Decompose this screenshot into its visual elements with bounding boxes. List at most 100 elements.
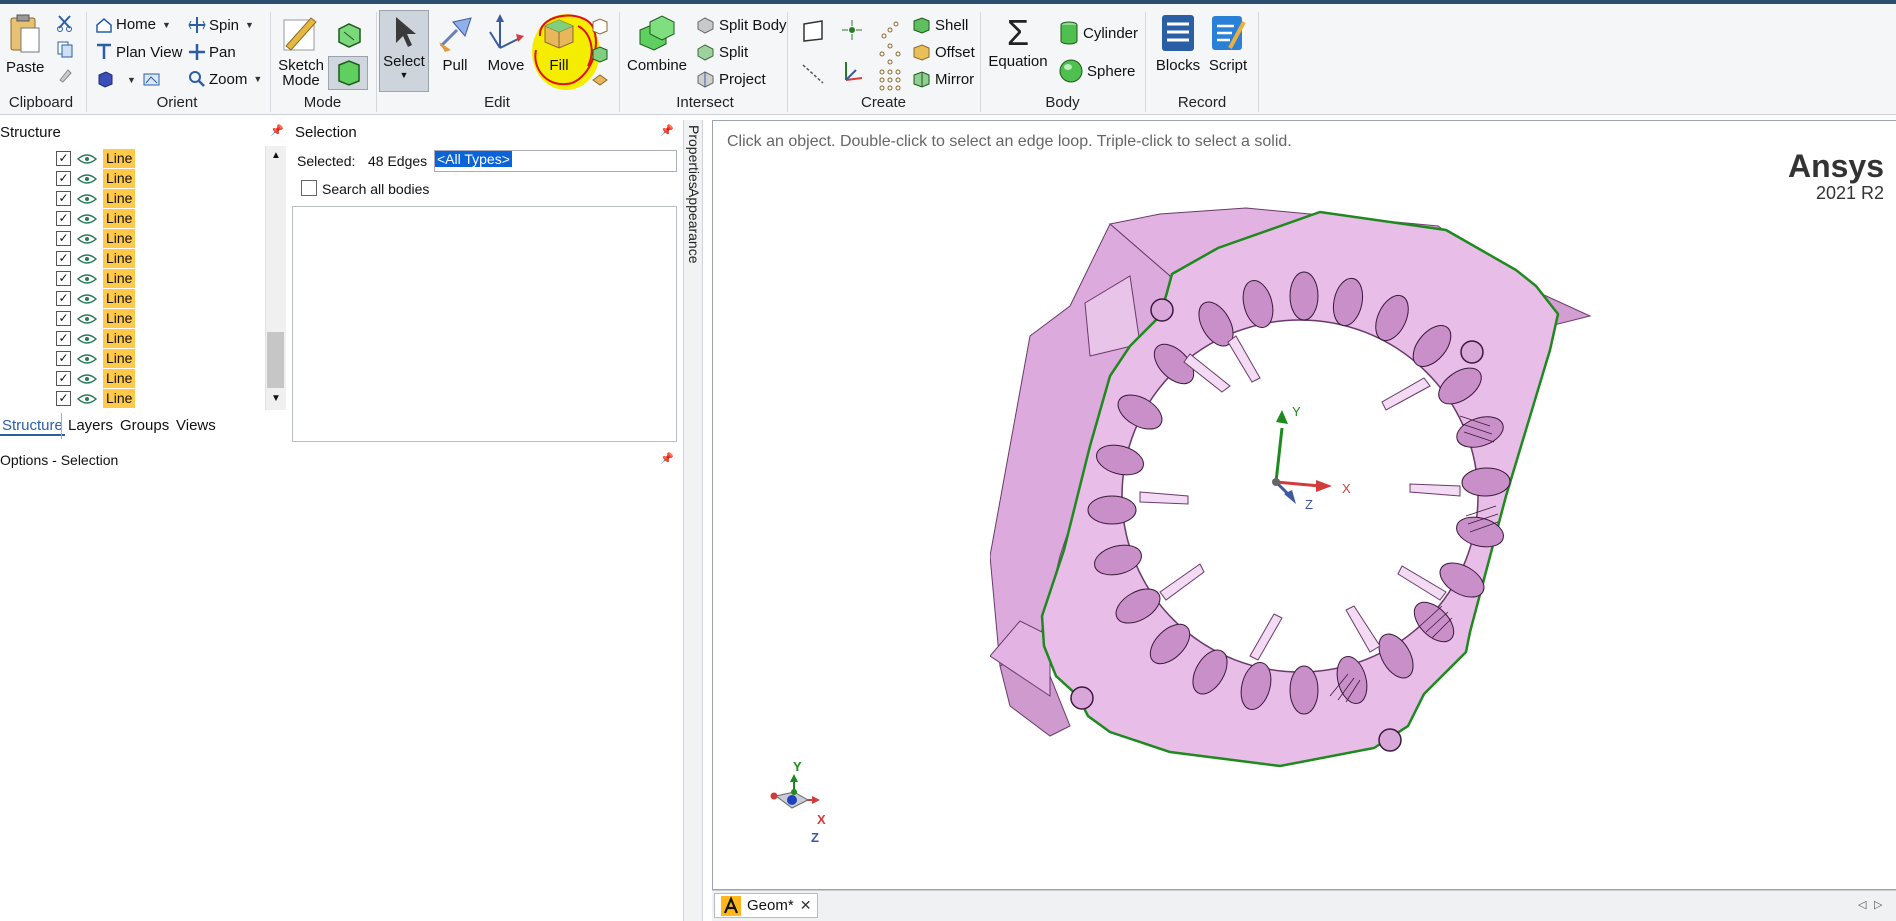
visibility-checkbox[interactable]: ✓ <box>56 331 71 346</box>
split-icon <box>697 44 714 61</box>
split-body-button[interactable]: Split Body <box>696 16 787 34</box>
scroll-up-icon[interactable]: ▲ <box>266 150 286 161</box>
document-tab-bar <box>712 890 1896 921</box>
sphere-button[interactable]: Sphere <box>1058 58 1135 84</box>
axis-tool-icon[interactable] <box>840 58 866 86</box>
point-tool-icon[interactable] <box>840 18 864 42</box>
script-button[interactable]: Script <box>1204 12 1252 73</box>
snap-view-icon[interactable] <box>142 70 162 88</box>
blocks-button[interactable]: Blocks <box>1152 12 1204 73</box>
paste-button[interactable]: Paste <box>6 12 44 75</box>
tab-scroll-left-icon[interactable]: ◁ <box>1858 898 1866 911</box>
scroll-down-icon[interactable]: ▼ <box>266 393 286 404</box>
tab-structure[interactable]: Structure <box>0 417 65 436</box>
rectangle-tool-icon[interactable] <box>800 18 826 44</box>
pin-icon[interactable]: 📌 <box>660 124 674 137</box>
edit-tool-icon[interactable] <box>590 70 610 90</box>
line-tool-icon[interactable] <box>800 60 826 86</box>
scrollbar-thumb[interactable] <box>267 332 284 388</box>
document-tab-geom[interactable]: Geom* ✕ <box>714 893 819 918</box>
visibility-checkbox[interactable]: ✓ <box>56 211 71 226</box>
tab-appearance[interactable]: Appearance <box>686 188 702 264</box>
tree-item[interactable]: ✓ Line <box>56 209 136 228</box>
circle-points-icon[interactable] <box>878 18 902 42</box>
3d-mode-button[interactable] <box>328 56 368 90</box>
copy-icon[interactable] <box>56 40 74 58</box>
eye-icon <box>77 313 97 324</box>
circle-pattern-icon[interactable] <box>878 42 902 66</box>
tree-item[interactable]: ✓ Line <box>56 169 136 188</box>
home-button[interactable]: Home ▼ <box>95 16 171 33</box>
edit-tool-icon[interactable] <box>590 16 610 36</box>
visibility-checkbox[interactable]: ✓ <box>56 391 71 406</box>
plan-view-button[interactable]: Plan View <box>95 43 182 61</box>
axis-label-z: Z <box>1305 497 1313 512</box>
pull-button[interactable]: Pull <box>434 12 476 73</box>
version-label: 2021 R2 <box>1815 183 1884 203</box>
tab-scroll-right-icon[interactable]: ▷ <box>1874 898 1882 911</box>
tree-item[interactable]: ✓ Line <box>56 269 136 288</box>
tree-item[interactable]: ✓ Line <box>56 229 136 248</box>
cut-icon[interactable] <box>56 14 74 32</box>
group-label-clipboard: Clipboard <box>8 94 74 111</box>
tree-item[interactable]: ✓ Line <box>56 289 136 308</box>
tab-properties[interactable]: Properties <box>686 125 702 189</box>
tree-item[interactable]: ✓ Line <box>56 189 136 208</box>
structure-panel-title: Structure <box>0 124 61 141</box>
search-all-bodies-checkbox[interactable] <box>301 180 317 196</box>
sketch-mode-button[interactable]: Sketch Mode <box>278 12 324 88</box>
visibility-checkbox[interactable]: ✓ <box>56 271 71 286</box>
visibility-checkbox[interactable]: ✓ <box>56 291 71 306</box>
visibility-checkbox[interactable]: ✓ <box>56 191 71 206</box>
visibility-checkbox[interactable]: ✓ <box>56 231 71 246</box>
visibility-checkbox[interactable]: ✓ <box>56 171 71 186</box>
project-button[interactable]: Project <box>696 70 766 88</box>
combine-button[interactable]: Combine <box>626 12 688 73</box>
offset-button[interactable]: Offset <box>912 43 975 61</box>
tree-item[interactable]: ✓ Line <box>56 369 136 388</box>
select-button[interactable]: Select ▼ <box>379 10 429 92</box>
mirror-button[interactable]: Mirror <box>912 70 974 88</box>
tree-item[interactable]: ✓ Line <box>56 309 136 328</box>
tree-item[interactable]: ✓ Line <box>56 389 136 408</box>
orientation-triad-icon[interactable] <box>764 770 834 840</box>
visibility-checkbox[interactable]: ✓ <box>56 151 71 166</box>
view-cube-icon[interactable] <box>96 70 114 88</box>
visibility-checkbox[interactable]: ✓ <box>56 351 71 366</box>
shell-button[interactable]: Shell <box>912 16 968 34</box>
viewport-hint: Click an object. Double-click to select … <box>727 133 1292 150</box>
visibility-checkbox[interactable]: ✓ <box>56 251 71 266</box>
shell-icon <box>913 17 930 34</box>
group-label-create: Create <box>860 94 907 111</box>
tab-groups[interactable]: Groups <box>120 417 169 434</box>
tab-views[interactable]: Views <box>176 417 216 434</box>
split-button[interactable]: Split <box>696 43 748 61</box>
visibility-checkbox[interactable]: ✓ <box>56 371 71 386</box>
pull-icon <box>439 17 472 52</box>
tree-item[interactable]: ✓ Line <box>56 149 136 168</box>
edit-tool-icon[interactable] <box>590 44 610 64</box>
visibility-checkbox[interactable]: ✓ <box>56 311 71 326</box>
cylinder-button[interactable]: Cylinder <box>1058 20 1138 46</box>
grid-pattern-icon[interactable] <box>878 68 902 92</box>
close-icon[interactable]: ✕ <box>800 897 812 914</box>
section-mode-icon[interactable] <box>334 20 364 50</box>
select-arrow-icon <box>396 17 416 47</box>
cylinder-icon <box>1060 21 1078 45</box>
tree-item[interactable]: ✓ Line <box>56 329 136 348</box>
tab-layers[interactable]: Layers <box>68 417 113 434</box>
pin-icon[interactable]: 📌 <box>660 452 674 465</box>
type-filter-field[interactable]: <All Types> <box>434 150 677 172</box>
pan-button[interactable]: Pan <box>188 43 236 61</box>
chevron-down-icon[interactable]: ▼ <box>127 75 136 85</box>
selection-list[interactable] <box>292 206 677 442</box>
format-painter-icon[interactable] <box>56 66 74 84</box>
spin-button[interactable]: Spin ▼ <box>188 16 254 34</box>
tree-item[interactable]: ✓ Line <box>56 349 136 368</box>
tree-item[interactable]: ✓ Line <box>56 249 136 268</box>
pin-icon[interactable]: 📌 <box>270 124 284 137</box>
fill-button[interactable]: Fill <box>536 12 582 73</box>
equation-button[interactable]: Σ Equation <box>986 12 1050 69</box>
offset-icon <box>913 44 930 61</box>
zoom-button[interactable]: Zoom ▼ <box>188 70 262 88</box>
